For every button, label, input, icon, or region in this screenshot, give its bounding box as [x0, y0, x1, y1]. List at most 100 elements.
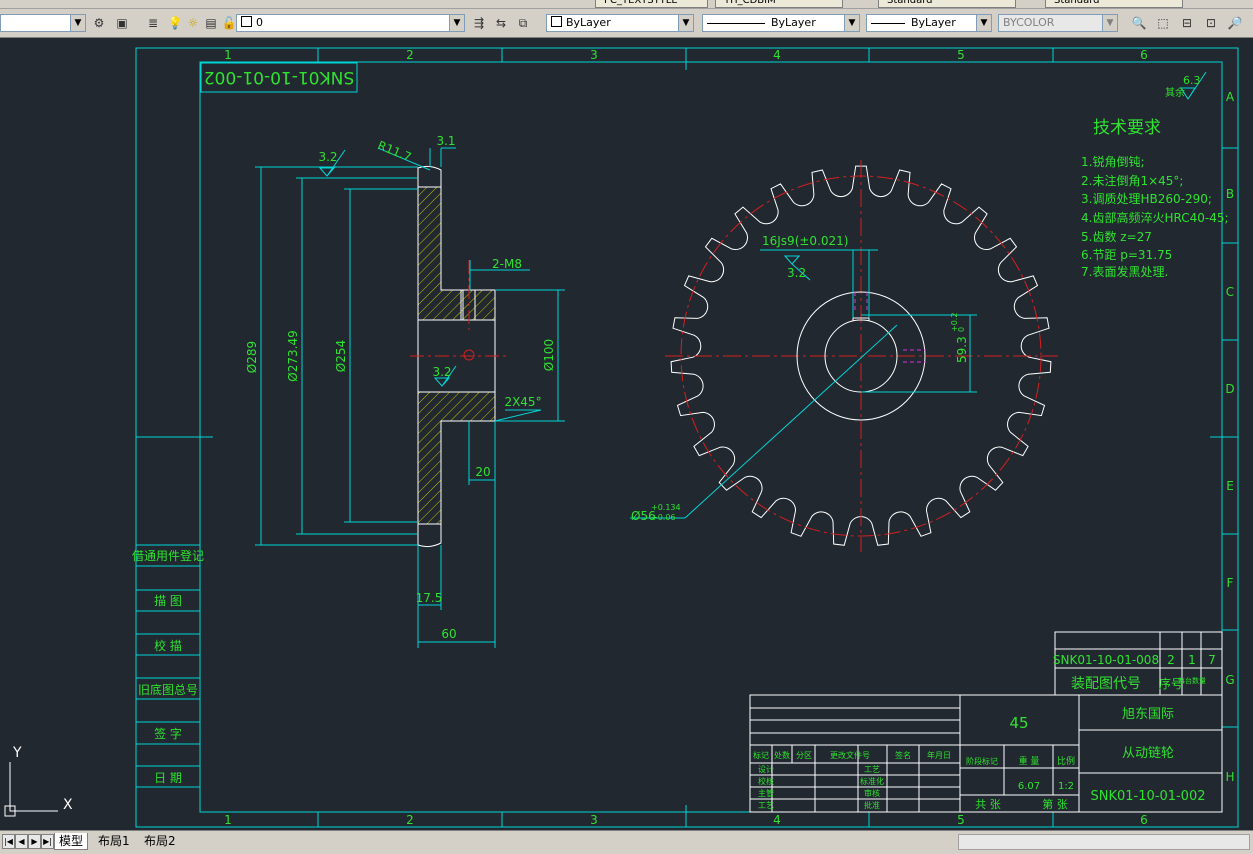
- col-label: 3: [590, 813, 598, 827]
- dimstyle-combo[interactable]: TH_CDBIM: [715, 0, 843, 8]
- qty-label: 每台数量: [1178, 676, 1206, 685]
- linetype-value: ByLayer: [771, 16, 816, 29]
- dim-text: +0.134: [651, 503, 681, 512]
- linetype-preview: [707, 22, 765, 24]
- chevron-down-icon: ▼: [449, 15, 464, 31]
- workspace-combo[interactable]: ▼: [0, 14, 86, 32]
- lineweight-preview: [871, 22, 905, 24]
- last-tab-icon[interactable]: ▶|: [41, 834, 54, 849]
- row-label-left: 设计: [758, 764, 774, 774]
- tech-item: 4.齿部高频淬火HRC40-45;: [1081, 210, 1229, 225]
- technical-requirements: 其余 6.3 技术要求 1.锐角倒钝; 2.未注倒角1×45°; 3.调质处理H…: [1081, 71, 1229, 279]
- rev-header: 年月日: [927, 750, 951, 760]
- plotstyle-combo[interactable]: BYCOLOR ▼: [998, 14, 1118, 32]
- zoom-realtime-icon[interactable]: 🔍: [1130, 14, 1148, 32]
- row-label-left: 工艺: [758, 801, 774, 810]
- zoom-extents-icon[interactable]: ⊡: [1202, 14, 1220, 32]
- sheet-frame: [135, 47, 1239, 828]
- chevron-down-icon: ▼: [844, 15, 859, 31]
- roughness-value: 6.3: [1183, 74, 1201, 87]
- row-label: D: [1225, 382, 1234, 396]
- dim-text: 20: [475, 465, 490, 479]
- mleaderstyle-combo[interactable]: Standard: [1045, 0, 1183, 8]
- row-label-mid: 审核: [864, 788, 880, 798]
- col-label: 1: [224, 813, 232, 827]
- layout-tabs-bar: |◀ ◀ ▶ ▶| 模型 布局1 布局2: [0, 830, 1253, 854]
- roughness-other-label: 其余: [1165, 86, 1185, 99]
- ucs-y-label: Y: [12, 745, 22, 761]
- part-name: 从动链轮: [1122, 746, 1174, 761]
- row-label: F: [1227, 576, 1234, 590]
- assembly-code: SNK01-10-01-008: [1053, 653, 1159, 667]
- make-current-layer-icon[interactable]: ⇶: [470, 14, 488, 32]
- plotstyle-value: BYCOLOR: [1003, 16, 1055, 29]
- linetype-combo[interactable]: ByLayer ▼: [702, 14, 860, 32]
- ucs-icon: Y X: [4, 745, 73, 817]
- row-label: B: [1226, 187, 1234, 201]
- zoom-window-icon[interactable]: ⬚: [1154, 14, 1172, 32]
- color-combo[interactable]: ByLayer ▼: [546, 14, 694, 32]
- chevron-down-icon: ▼: [70, 15, 85, 31]
- row-label-left: 主管: [758, 788, 774, 798]
- prev-tab-icon[interactable]: ◀: [15, 834, 28, 849]
- sun-icon[interactable]: ☼: [184, 14, 202, 32]
- drawing-canvas[interactable]: 1 2 3 4 5 6 1 2 3 4 5 6 A B C D E F G H …: [0, 38, 1253, 830]
- layer-states-icon[interactable]: ⧉: [514, 14, 532, 32]
- tab-layout2[interactable]: 布局2: [140, 833, 180, 849]
- row-label-mid: 批准: [864, 800, 880, 810]
- dim-text: 2-M8: [492, 257, 522, 271]
- zoom-in-icon[interactable]: 🔎: [1226, 14, 1244, 32]
- row-label: H: [1225, 770, 1234, 784]
- first-tab-icon[interactable]: |◀: [2, 834, 15, 849]
- left-block-label: 旧底图总号: [138, 682, 198, 697]
- drawing-number: SNK01-10-01-002: [1090, 789, 1205, 804]
- tech-item: 6.节距 p=31.75: [1081, 248, 1172, 262]
- freeze-viewport-icon[interactable]: ▤: [202, 14, 220, 32]
- left-block-label: 签 字: [154, 726, 182, 741]
- textstyle-combo[interactable]: PC_TEXTSTYLE: [595, 0, 708, 8]
- left-block-labels: 借通用件登记 描 图 校 描 旧底图总号 签 字 日 期: [132, 548, 204, 785]
- lightbulb-icon[interactable]: 💡: [166, 14, 184, 32]
- tab-model[interactable]: 模型: [54, 833, 89, 850]
- color-swatch-icon: [241, 16, 252, 27]
- sheet-label: 第 张: [1042, 797, 1068, 811]
- row-label-left: 校核: [758, 776, 774, 786]
- rev-header: 处数: [774, 750, 790, 760]
- scale-label: 比例: [1057, 755, 1075, 767]
- horizontal-scrollbar[interactable]: [958, 834, 1250, 850]
- weight-label: 重 量: [1019, 755, 1040, 767]
- dim-text: Ø100: [542, 339, 556, 371]
- zoom-previous-icon[interactable]: ⊟: [1178, 14, 1196, 32]
- left-block-label: 描 图: [154, 594, 182, 608]
- lineweight-combo[interactable]: ByLayer ▼: [866, 14, 992, 32]
- color-swatch-icon: [551, 16, 562, 27]
- tablestyle-combo[interactable]: Standard: [878, 0, 1016, 8]
- tech-item: 5.齿数 z=27: [1081, 229, 1152, 244]
- col-label: 6: [1140, 813, 1148, 827]
- rev-header: 签名: [895, 750, 911, 760]
- col-label: 3: [590, 48, 598, 62]
- col-label: 5: [957, 813, 965, 827]
- chevron-down-icon: ▼: [976, 15, 991, 31]
- chevron-down-icon: ▼: [1102, 15, 1117, 31]
- rev-header: 更改文件号: [830, 750, 870, 760]
- next-tab-icon[interactable]: ▶: [28, 834, 41, 849]
- qty-value: 1: [1188, 653, 1196, 667]
- dim-text: Ø254: [334, 340, 348, 372]
- tab-layout1[interactable]: 布局1: [94, 833, 134, 849]
- col-label: 4: [773, 813, 781, 827]
- layer-value: 0: [256, 16, 263, 29]
- col-label: 2: [406, 813, 414, 827]
- layer-combo[interactable]: 0 ▼: [236, 14, 465, 32]
- tech-item: 7.表面发黑处理.: [1081, 264, 1168, 279]
- gear-icon[interactable]: ⚙: [90, 14, 108, 32]
- tech-item: 3.调质处理HB260-290;: [1081, 192, 1212, 206]
- front-dim-texts: 16Js9(±0.021) 3.2 59.3 +0.2 0 Ø56 +0.134…: [631, 234, 969, 523]
- dim-text: Ø289: [245, 341, 259, 373]
- dim-text: 3.2: [432, 365, 451, 379]
- layer-previous-icon[interactable]: ⇆: [492, 14, 510, 32]
- layer-manager-icon[interactable]: ≣: [144, 14, 162, 32]
- workspace-settings-icon[interactable]: ▣: [113, 14, 131, 32]
- front-view: [665, 160, 1058, 552]
- dim-text: 17.5: [416, 591, 443, 605]
